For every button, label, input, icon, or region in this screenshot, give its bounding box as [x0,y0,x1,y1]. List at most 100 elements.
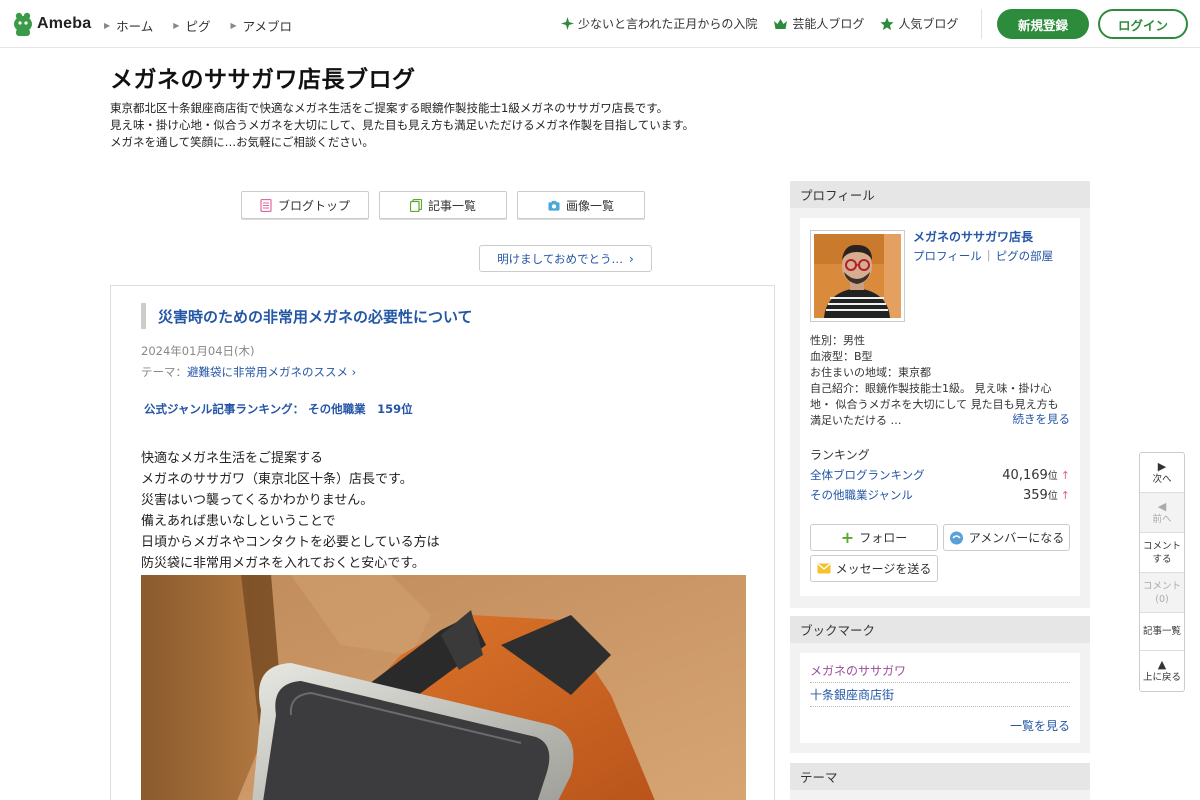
ranking-name-link[interactable]: その他職業ジャンル [810,487,913,503]
ranking-number: 359 [1022,488,1048,503]
play-right-icon: ▶ [1157,459,1167,473]
comment-label: する [1152,553,1172,565]
article-ranking-link[interactable]: 公式ジャンル記事ランキング： その他職業 159位 [144,401,413,417]
follow-button[interactable]: + フォロー [810,524,938,551]
profile-name-link[interactable]: メガネのササガワ店長 [913,228,1033,245]
global-header: Ameba ▶ ホーム ▶ ピグ ▶ アメブロ 少ないと言われた正月からの入院 芸能人… [0,0,1200,48]
profile-panel: メガネのササガワ店長 プロフィール | ピグの部屋 性別：男性 血液型：B型 お… [790,208,1090,608]
article-body-line: 防災袋に非常用メガネを入れておくと安心です。 [141,556,425,571]
message-label: メッセージを送る [835,562,932,576]
article-body-line: メガネのササガワ（東京北区十条）店長です。 [141,472,413,487]
topic-celebrity-label: 芸能人ブログ [792,17,865,31]
chevron-right-icon: › [348,365,357,379]
profile-gender: 性別：男性 [810,334,865,347]
star-icon [880,17,894,30]
ranking-name-link[interactable]: 全体ブログランキング [810,467,925,483]
register-button[interactable]: 新規登録 [997,9,1089,39]
profile-links: プロフィール | ピグの部屋 [913,248,1053,264]
link-separator: | [986,248,991,262]
back-to-top-button[interactable]: ▲ 上に戻る [1140,651,1184,691]
bookmark-panel: メガネのササガワ 十条銀座商店街 一覧を見る [790,643,1090,753]
blog-description: 東京都北区十条銀座商店街で快適なメガネ生活をご提案する眼鏡作製技能士1級メガネの… [110,100,790,151]
plus-icon: + [840,528,855,547]
articles-icon [409,198,422,212]
topic-trending[interactable]: 少ないと言われた正月からの入院 [561,15,757,32]
topic-popular[interactable]: 人気ブログ [880,15,958,32]
article-body-line: 災害はいつ襲ってくるかわかりません。 [141,493,374,508]
header-topics: 少ないと言われた正月からの入院 芸能人ブログ 人気ブログ [561,15,958,32]
article-photo[interactable] [141,575,746,800]
bookmark-heading: ブックマーク [790,616,1090,643]
follow-label: フォロー [859,531,908,545]
ranking-row: 全体ブログランキング 40,169位 ↑ [810,467,1070,483]
ameba-logo[interactable]: Ameba [12,11,91,37]
profile-card: メガネのササガワ店長 プロフィール | ピグの部屋 性別：男性 血液型：B型 お… [800,218,1080,596]
comment-count-button[interactable]: コメント (0) [1140,573,1184,613]
prev-article-button[interactable]: ◀ 前へ [1140,493,1184,533]
blog-description-line: 見え味・掛け心地・似合うメガネを大切にして、見た目も見え方も満足いただけるメガネ… [110,118,695,132]
nav-pigg[interactable]: ▶ ピグ [173,16,210,35]
article-body-line: 日頃からメガネやコンタクトを必要としている方は [141,535,440,550]
blog-top-button[interactable]: ブログトップ [241,191,369,219]
comment-label: コメント [1142,540,1181,552]
floating-nav: ▶ 次へ ◀ 前へ コメント する コメント (0) 記事一覧 ▲ 上に戻る [1139,452,1185,692]
profile-heading: プロフィール [790,181,1090,208]
topic-trending-label: 少ないと言われた正月からの入院 [578,17,758,31]
topic-celebrity[interactable]: 芸能人ブログ [773,15,864,32]
nav-home[interactable]: ▶ ホーム [104,16,153,35]
article: 災害時のための非常用メガネの必要性について 2024年01月04日(木) テーマ… [110,285,775,800]
arrow-up-icon: ↑ [1060,489,1070,502]
amember-button[interactable]: アメンバーになる [943,524,1070,551]
ameba-mascot-icon [14,12,32,36]
article-body-line: 快適なメガネ生活をご提案する [141,451,324,466]
article-list-label: 記事一覧 [1142,626,1181,637]
prev-article-link[interactable]: 明けましておめでとう… › [479,245,652,272]
ranking-value: 40,169位 ↑ [1002,467,1070,483]
pigg-room-link[interactable]: ピグの部屋 [996,248,1054,264]
global-nav: ▶ ホーム ▶ ピグ ▶ アメブロ [104,16,292,35]
chevron-right-icon: › [629,251,634,266]
bookmark-link[interactable]: メガネのササガワ [810,662,1070,683]
ranking-value: 359位 ↑ [1023,487,1070,503]
float-article-list-button[interactable]: 記事一覧 [1140,613,1184,651]
ranking-number: 40,169 [1002,468,1048,483]
article-theme-link[interactable]: 避難袋に非常用メガネのススメ [187,365,348,379]
next-article-button[interactable]: ▶ 次へ [1140,453,1184,493]
message-button[interactable]: メッセージを送る [810,555,938,582]
nav-pigg-label: ピグ [185,19,211,34]
profile-blood-type: 血液型：B型 [810,350,873,363]
bookmark-more-link[interactable]: 一覧を見る [1010,717,1070,734]
article-list-button[interactable]: 記事一覧 [379,191,507,219]
glasses-case-photo [141,575,746,800]
login-button[interactable]: ログイン [1098,9,1188,39]
crown-icon [774,18,788,29]
nav-ameblo[interactable]: ▶ アメブロ [230,16,292,35]
profile-more-link[interactable]: 続きを見る [1013,411,1071,427]
write-comment-button[interactable]: コメント する [1140,533,1184,573]
avatar[interactable] [810,230,905,322]
profile-intro-line: 自己紹介：眼鏡作製技能士1級。 見え味・掛け心 [810,382,1052,395]
envelope-icon [817,563,831,574]
prev-label: 前へ [1152,513,1172,525]
article-list-label: 記事一覧 [427,198,476,213]
triangle-up-icon: ▲ [1157,658,1167,671]
arrow-up-icon: ↑ [1060,469,1070,482]
prev-article-label: 明けましておめでとう… [497,251,623,266]
image-list-label: 画像一覧 [565,198,614,213]
amember-icon [949,531,963,544]
image-list-button[interactable]: 画像一覧 [517,191,645,219]
bookmark-link[interactable]: 十条銀座商店街 [810,686,1070,707]
article-theme: テーマ：避難袋に非常用メガネのススメ › [141,364,356,380]
topic-popular-label: 人気ブログ [898,17,959,31]
theme-panel [790,790,1090,800]
article-body-line: 備えあれば患いなしということで [141,514,336,529]
profile-link[interactable]: プロフィール [913,248,982,264]
profile-location: お住まいの地域：東京都 [810,366,931,379]
blog-title[interactable]: メガネのササガワ店長ブログ [110,60,416,94]
blog-description-line: メガネを通して笑顔に…お気軽にご相談ください。 [110,135,374,149]
nav-home-label: ホーム [116,19,154,34]
profile-photo [814,234,901,318]
theme-heading: テーマ [790,763,1090,790]
nav-ameblo-label: アメブロ [242,19,293,34]
article-title[interactable]: 災害時のための非常用メガネの必要性について [141,303,473,329]
